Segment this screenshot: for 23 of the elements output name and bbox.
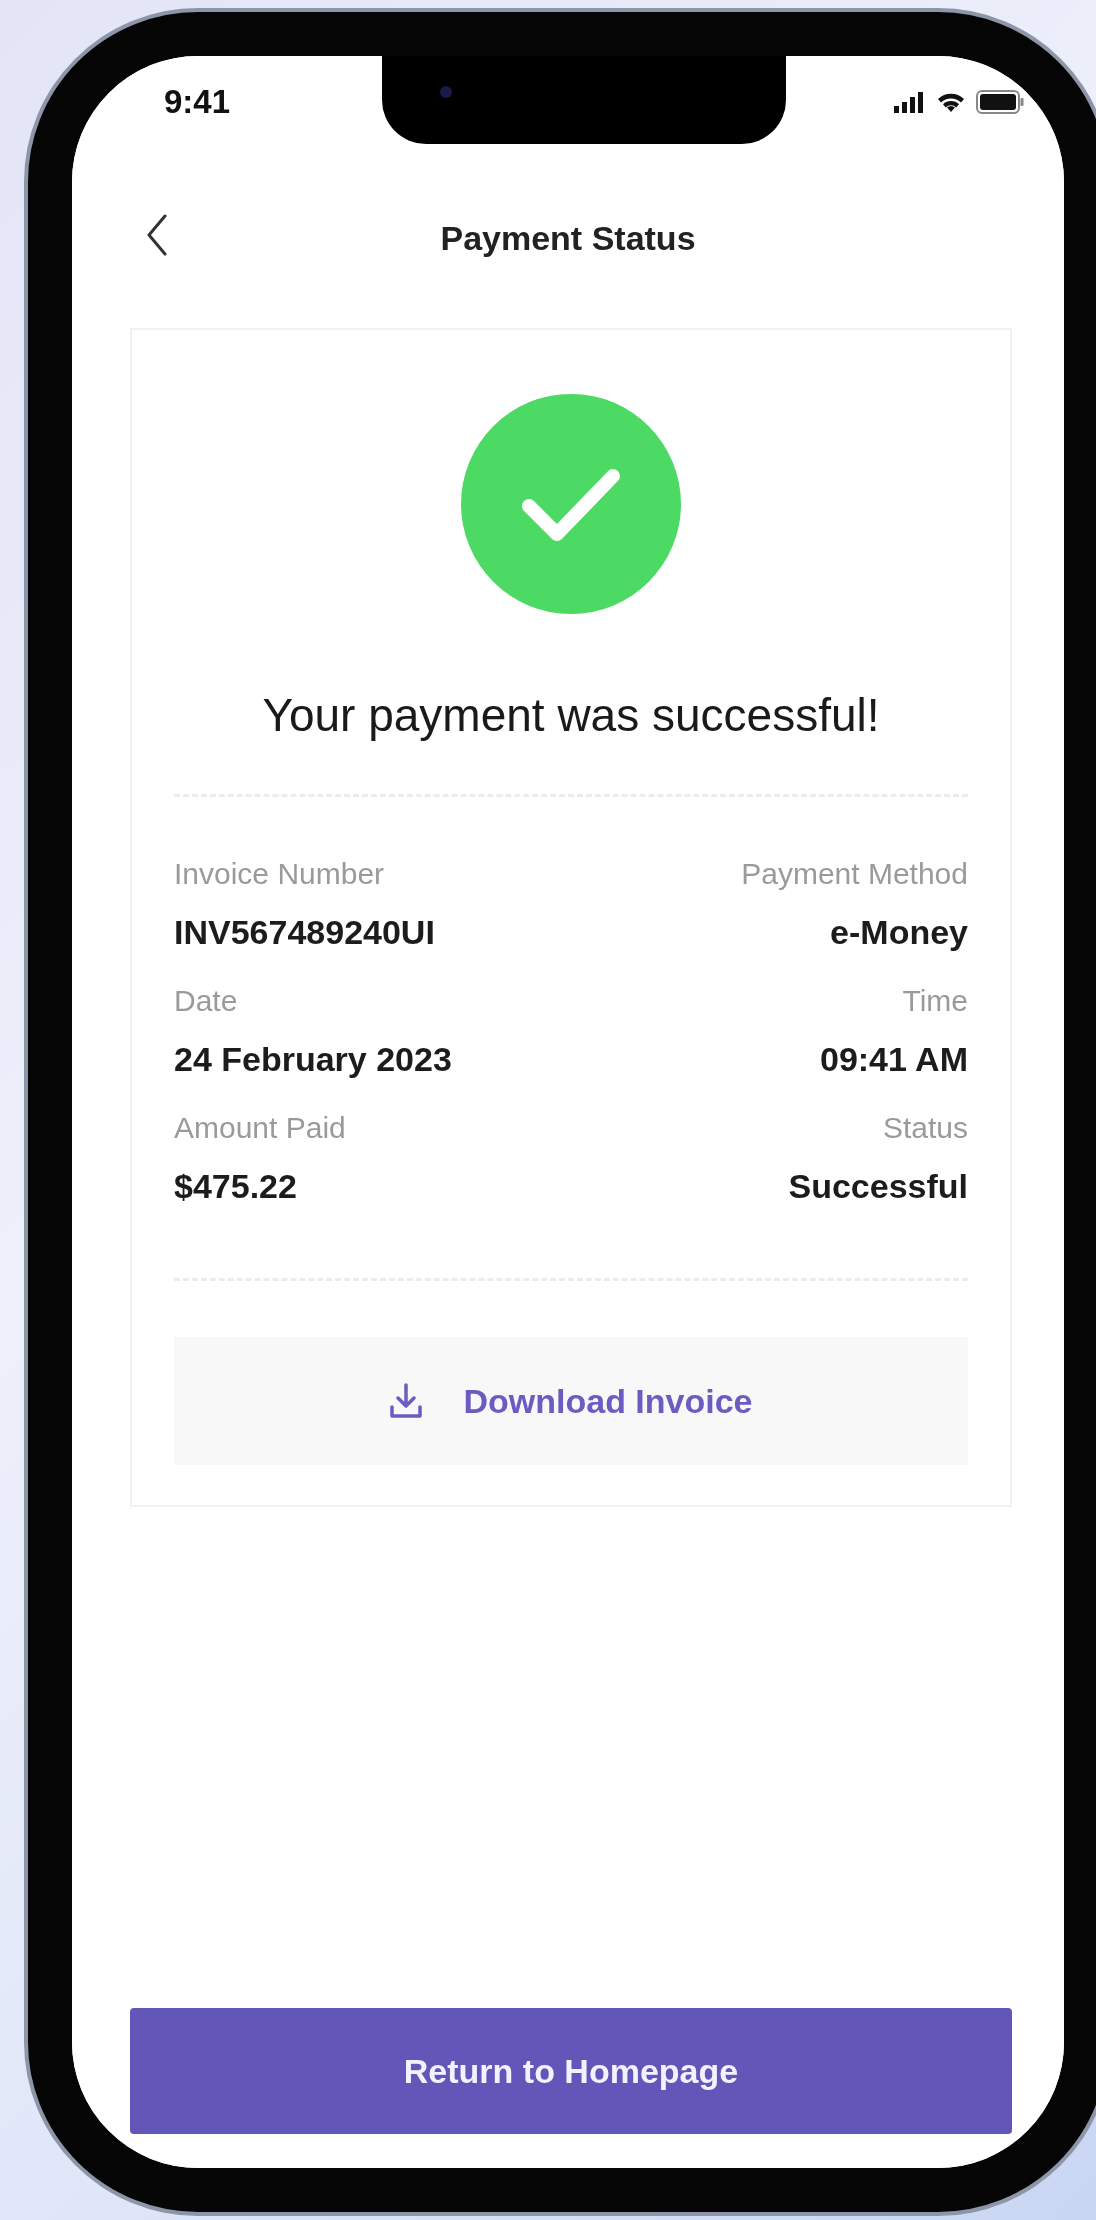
detail-label: Time bbox=[902, 984, 968, 1018]
detail-value: Successful bbox=[788, 1167, 968, 1206]
download-icon bbox=[389, 1383, 424, 1419]
status-time: 9:41 bbox=[164, 83, 231, 121]
wifi-icon bbox=[936, 91, 966, 113]
battery-icon bbox=[976, 90, 1024, 114]
detail-value: 09:41 AM bbox=[819, 1040, 968, 1079]
detail-label: Invoice Number bbox=[174, 857, 386, 891]
back-chevron-icon bbox=[146, 214, 168, 256]
detail-value: e-Money bbox=[830, 913, 968, 952]
detail-value: INV567489240UI bbox=[174, 913, 435, 952]
detail-value: $475.22 bbox=[174, 1167, 298, 1206]
signal-icon bbox=[894, 91, 926, 113]
detail-label: Date bbox=[174, 984, 239, 1018]
detail-label: Amount Paid bbox=[174, 1111, 346, 1145]
download-invoice-button[interactable]: Download Invoice bbox=[174, 1337, 968, 1465]
detail-value: 24 February 2023 bbox=[174, 1040, 452, 1079]
success-message: Your payment was successful! bbox=[262, 688, 880, 742]
detail-label: Payment Method bbox=[741, 857, 968, 891]
return-home-button[interactable]: Return to Homepage bbox=[130, 2008, 1012, 2134]
detail-label: Status bbox=[882, 1111, 968, 1145]
success-check-icon bbox=[461, 394, 681, 614]
screen-title: Payment Status bbox=[440, 218, 696, 258]
